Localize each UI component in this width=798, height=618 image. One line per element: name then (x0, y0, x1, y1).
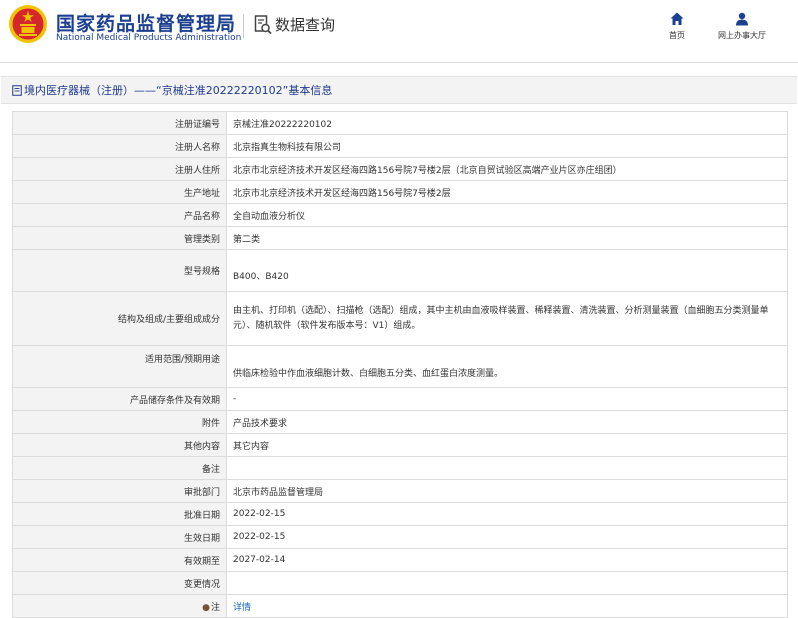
data-query-link[interactable]: 数据查询 (254, 14, 335, 35)
row-value: 由主机、打印机（选配）、扫描枪（选配）组成，其中主机由血液吸样装置、稀释装置、清… (226, 291, 788, 346)
details-link[interactable]: 详情 (233, 603, 251, 613)
table-row: 其他内容 其它内容 (12, 433, 788, 457)
row-label: 生效日期 (12, 525, 227, 549)
table-row: 变更情况 (12, 571, 788, 595)
row-label: 产品储存条件及有效期 (12, 387, 227, 411)
table-row: 注册人住所 北京市北京经济技术开发区经海四路156号院7号楼2层（北京自贸试验区… (12, 157, 788, 181)
row-value: 2027-02-14 (226, 548, 788, 572)
detail-table: 注册证编号 京械注准20222220102 注册人名称 北京指真生物科技有限公司… (12, 111, 788, 618)
row-value: B400、B420 (226, 249, 788, 292)
table-row: 注册人名称 北京指真生物科技有限公司 (12, 134, 788, 158)
page-title: 境内医疗器械（注册）——“京械注准20222220102”基本信息 (24, 84, 333, 97)
table-row: 结构及组成/主要组成成分 由主机、打印机（选配）、扫描枪（选配）组成，其中主机由… (12, 291, 788, 346)
header-separator (243, 14, 244, 38)
structure-text: 由主机、打印机（选配）、扫描枪（选配）组成，其中主机由血液吸样装置、稀释装置、清… (233, 305, 769, 331)
note-label: 注 (210, 602, 220, 613)
table-row: 型号规格 B400、B420 (12, 249, 788, 292)
row-label: 变更情况 (12, 571, 227, 595)
row-value: 2022-02-15 (226, 525, 788, 549)
table-row: ●注 详情 (12, 594, 788, 618)
user-icon (736, 12, 748, 26)
table-row: 产品储存条件及有效期 - (12, 387, 788, 411)
row-value: 北京市北京经济技术开发区经海四路156号院7号楼2层 (226, 180, 788, 204)
table-row: 备注 (12, 456, 788, 480)
row-label: 管理类别 (12, 226, 227, 250)
row-label: 审批部门 (12, 479, 227, 503)
row-value: 北京市药品监督管理局 (226, 479, 788, 503)
row-label: 批准日期 (12, 502, 227, 526)
row-value: 详情 (226, 594, 788, 618)
detail-table-container: 注册证编号 京械注准20222220102 注册人名称 北京指真生物科技有限公司… (12, 111, 788, 618)
row-value: - (226, 387, 788, 411)
table-row: 适用范围/预期用途 供临床检验中作血液细胞计数、白细胞五分类、血红蛋白浓度测量。 (12, 345, 788, 388)
page-title-bar: 境内医疗器械（注册）——“京械注准20222220102”基本信息 (1, 76, 797, 104)
data-query-label: 数据查询 (275, 16, 336, 34)
row-value: 2022-02-15 (226, 502, 788, 526)
row-label: 结构及组成/主要组成成分 (12, 291, 227, 346)
row-label: 附件 (12, 410, 227, 434)
row-label: 有效期至 (12, 548, 227, 572)
row-value: 其它内容 (226, 433, 788, 457)
org-name-en: National Medical Products Administration (56, 33, 242, 43)
row-label: 适用范围/预期用途 (12, 345, 227, 388)
row-label: 备注 (12, 456, 227, 480)
home-icon (670, 12, 684, 25)
row-value: 北京市北京经济技术开发区经海四路156号院7号楼2层（北京自贸试验区高端产业片区… (226, 157, 788, 181)
table-row: 有效期至 2027-02-14 (12, 548, 788, 572)
row-value: 供临床检验中作血液细胞计数、白细胞五分类、血红蛋白浓度测量。 (226, 345, 788, 388)
table-row: 批准日期 2022-02-15 (12, 502, 788, 526)
row-value (226, 456, 788, 480)
row-value: 第二类 (226, 226, 788, 250)
table-row: 产品名称 全自动血液分析仪 (12, 203, 788, 227)
online-service-button[interactable]: 网上办事大厅 (718, 12, 766, 41)
home-label: 首页 (669, 31, 685, 40)
header-divider (0, 62, 798, 63)
document-search-icon (254, 14, 272, 34)
pin-icon: ● (202, 602, 210, 613)
table-row: 注册证编号 京械注准20222220102 (12, 111, 788, 135)
row-label: 注册人住所 (12, 157, 227, 181)
row-label: 注册人名称 (12, 134, 227, 158)
national-emblem-icon (9, 5, 47, 43)
home-button[interactable]: 首页 (669, 12, 685, 41)
table-row: 审批部门 北京市药品监督管理局 (12, 479, 788, 503)
row-label: 生产地址 (12, 180, 227, 204)
org-name-cn: 国家药品监督管理局 (56, 13, 237, 35)
site-header: 国家药品监督管理局 National Medical Products Admi… (0, 0, 798, 58)
row-value: 产品技术要求 (226, 410, 788, 434)
row-label: 型号规格 (12, 249, 227, 292)
row-value: 北京指真生物科技有限公司 (226, 134, 788, 158)
row-value: 京械注准20222220102 (226, 111, 788, 135)
table-row: 生产地址 北京市北京经济技术开发区经海四路156号院7号楼2层 (12, 180, 788, 204)
row-label: 注册证编号 (12, 111, 227, 135)
document-icon (12, 84, 22, 96)
online-service-label: 网上办事大厅 (718, 31, 766, 40)
row-value (226, 571, 788, 595)
row-value: 全自动血液分析仪 (226, 203, 788, 227)
row-label: 产品名称 (12, 203, 227, 227)
row-label: 其他内容 (12, 433, 227, 457)
row-label: ●注 (12, 594, 227, 618)
table-row: 生效日期 2022-02-15 (12, 525, 788, 549)
table-row: 管理类别 第二类 (12, 226, 788, 250)
table-row: 附件 产品技术要求 (12, 410, 788, 434)
